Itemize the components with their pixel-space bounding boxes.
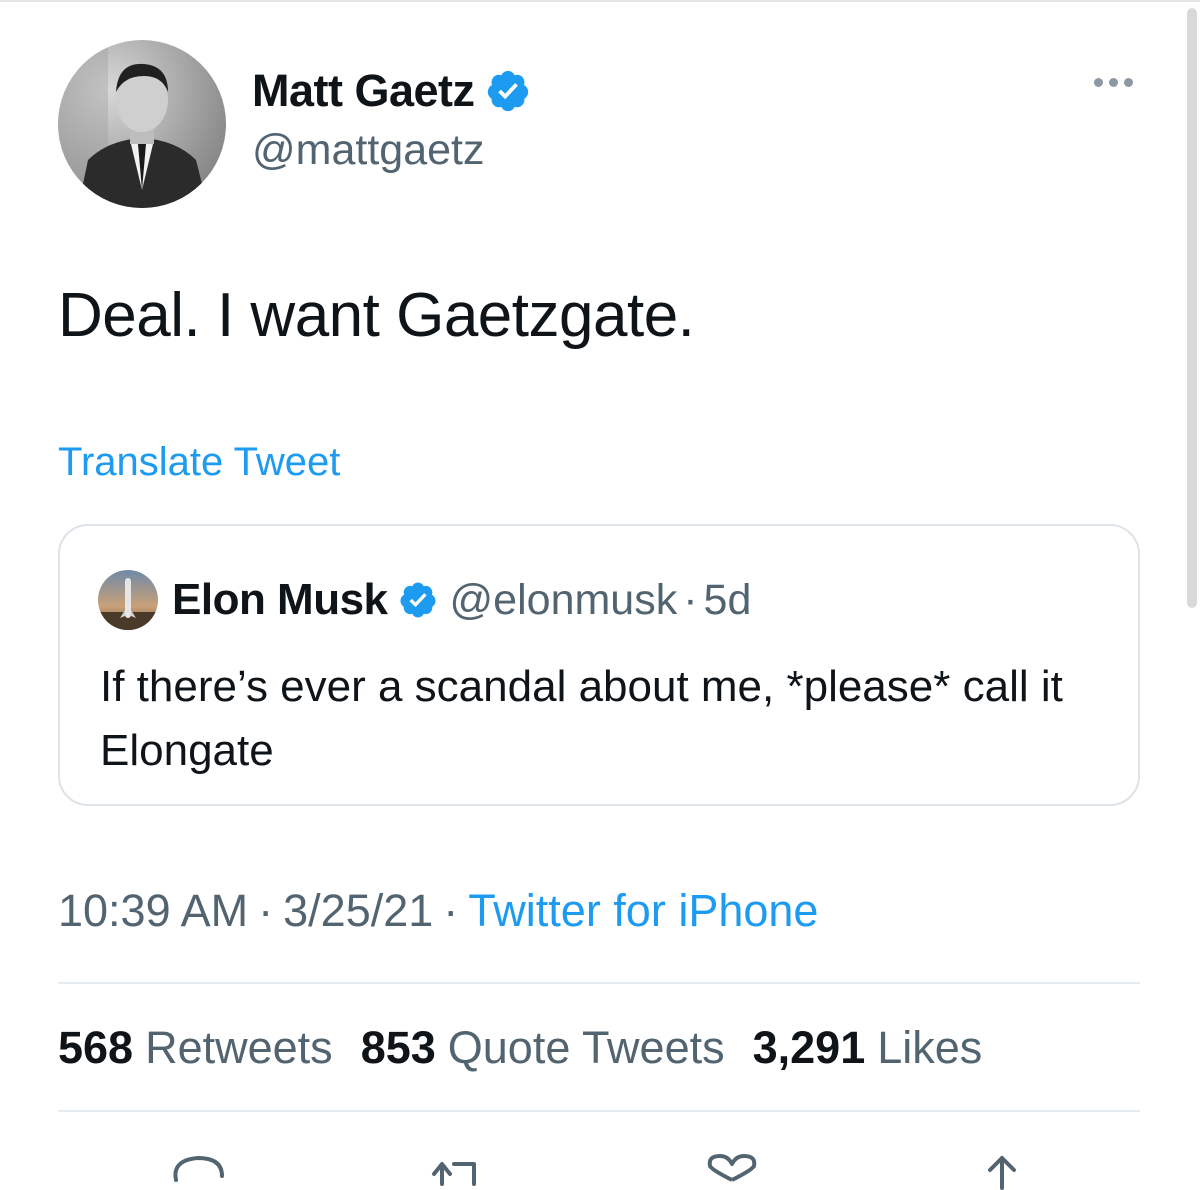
separator-dot: · — [258, 885, 274, 936]
share-icon[interactable] — [972, 1150, 1032, 1190]
quoted-tweet-text: If there’s ever a scandal about me, *ple… — [100, 662, 1063, 775]
separator-dot: · — [443, 885, 459, 936]
separator-dot: · — [683, 575, 698, 624]
quoted-timestamp: 5d — [703, 575, 752, 624]
author-handle[interactable]: @mattgaetz — [252, 126, 484, 175]
rocket-photo-icon — [98, 570, 158, 630]
tweet-date: 3/25/21 — [283, 885, 434, 936]
retweet-icon[interactable] — [428, 1150, 488, 1190]
top-border — [0, 0, 1200, 2]
author-avatar[interactable] — [58, 40, 226, 208]
more-options-icon[interactable] — [1094, 78, 1133, 87]
divider — [58, 982, 1140, 984]
verified-badge-icon — [487, 70, 528, 112]
verified-badge-icon — [400, 582, 436, 618]
profile-photo — [58, 40, 226, 208]
scrollbar[interactable] — [1187, 8, 1197, 608]
engagement-stats: 568 Retweets 853 Quote Tweets 3,291 Likes — [58, 1022, 1010, 1074]
tweet-text: Deal. I want Gaetzgate. — [58, 281, 695, 350]
quoted-header[interactable]: Elon Musk @elonmusk · 5d — [172, 570, 751, 630]
stat-retweets[interactable]: 568 Retweets — [58, 1022, 333, 1074]
reply-icon[interactable] — [168, 1150, 228, 1190]
quoted-display-name[interactable]: Elon Musk — [172, 575, 388, 625]
stat-count: 853 — [360, 1022, 436, 1073]
tweet-source-link[interactable]: Twitter for iPhone — [468, 885, 818, 936]
translate-tweet-link[interactable]: Translate Tweet — [58, 440, 340, 485]
stat-likes[interactable]: 3,291 Likes — [753, 1022, 983, 1074]
stat-quote-tweets[interactable]: 853 Quote Tweets — [361, 1022, 725, 1074]
like-icon[interactable] — [702, 1150, 762, 1190]
tweet-meta: 10:39 AM · 3/25/21 · Twitter for iPhone — [58, 885, 818, 937]
stat-label: Quote Tweets — [447, 1022, 725, 1073]
author-display-name[interactable]: Matt Gaetz — [252, 65, 475, 117]
stat-label: Likes — [877, 1022, 983, 1073]
author-name-row[interactable]: Matt Gaetz — [252, 62, 531, 120]
divider — [58, 1110, 1140, 1112]
quoted-handle[interactable]: @elonmusk — [450, 576, 678, 625]
tweet-time: 10:39 AM — [58, 885, 249, 936]
stat-count: 568 — [58, 1022, 134, 1073]
stat-count: 3,291 — [752, 1022, 866, 1073]
quoted-author-avatar — [98, 570, 158, 630]
stat-label: Retweets — [145, 1022, 333, 1073]
